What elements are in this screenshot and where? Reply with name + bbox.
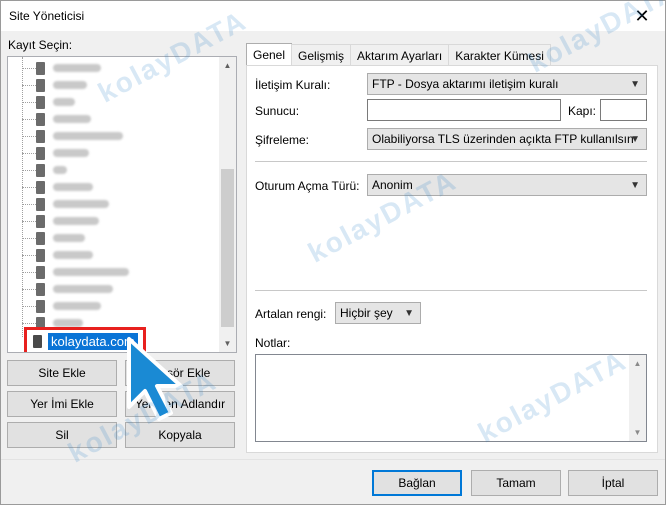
footer-divider: [1, 459, 665, 460]
tree-label: Kayıt Seçin:: [8, 38, 73, 52]
chevron-down-icon: ▼: [630, 78, 640, 90]
tree-item[interactable]: [22, 59, 101, 77]
server-icon: [36, 299, 45, 313]
tree-item[interactable]: [22, 178, 93, 196]
chevron-down-icon: ▼: [630, 133, 640, 145]
background-color-value: Hiçbir şey: [340, 306, 393, 320]
server-icon: [36, 214, 45, 228]
tree-item[interactable]: [22, 127, 123, 145]
tab-karakter-kumesi[interactable]: Karakter Kümesi: [448, 44, 551, 66]
tree-item[interactable]: [22, 280, 113, 298]
scroll-up-icon[interactable]: ▲: [629, 355, 646, 372]
tree-item[interactable]: [22, 144, 89, 162]
notes-scrollbar[interactable]: ▲ ▼: [629, 355, 646, 441]
host-label: Sunucu:: [255, 104, 300, 118]
tree-item[interactable]: [22, 195, 109, 213]
encryption-value: Olabiliyorsa TLS üzerinden açıkta FTP ku…: [372, 132, 634, 146]
scroll-thumb[interactable]: [221, 169, 234, 327]
window-title: Site Yöneticisi: [9, 9, 85, 23]
scroll-down-icon[interactable]: ▼: [219, 335, 236, 352]
mouse-pointer-icon: [127, 337, 183, 421]
logon-type-label: Oturum Açma Türü:: [255, 179, 360, 193]
logon-type-select[interactable]: Anonim ▼: [367, 174, 647, 196]
tab-bar: Genel Gelişmiş Aktarım Ayarları Karakter…: [246, 43, 551, 66]
site-tree[interactable]: ▲ ▼ kolaydata.com: [7, 56, 237, 353]
server-icon: [36, 163, 45, 177]
server-icon: [33, 334, 42, 348]
scroll-down-icon[interactable]: ▼: [629, 424, 646, 441]
background-color-label: Artalan rengi:: [255, 307, 327, 321]
host-input[interactable]: [367, 99, 561, 121]
tree-item[interactable]: [22, 110, 91, 128]
cancel-button[interactable]: İptal: [568, 470, 658, 496]
tab-genel[interactable]: Genel: [246, 43, 293, 66]
server-icon: [36, 61, 45, 75]
chevron-down-icon: ▼: [404, 307, 414, 319]
add-bookmark-button[interactable]: Yer İmi Ekle: [7, 391, 117, 417]
add-site-button[interactable]: Site Ekle: [7, 360, 117, 386]
tree-item[interactable]: [22, 229, 85, 247]
server-icon: [36, 129, 45, 143]
server-icon: [36, 231, 45, 245]
notes-label: Notlar:: [255, 336, 291, 350]
port-label: Kapı:: [568, 104, 597, 118]
site-manager-window: Site Yöneticisi ✕ Kayıt Seçin: ▲ ▼ kolay…: [0, 0, 666, 505]
tab-aktarim-ayarlari[interactable]: Aktarım Ayarları: [350, 44, 450, 66]
tree-item[interactable]: [22, 297, 101, 315]
tree-scrollbar[interactable]: ▲ ▼: [219, 57, 236, 352]
protocol-value: FTP - Dosya aktarımı iletişim kuralı: [372, 77, 559, 91]
close-icon[interactable]: ✕: [619, 1, 665, 31]
general-tab-panel: İletişim Kuralı: FTP - Dosya aktarımı il…: [246, 65, 658, 453]
server-icon: [36, 112, 45, 126]
port-input[interactable]: [600, 99, 647, 121]
tree-item[interactable]: [22, 263, 129, 281]
tree-item[interactable]: [22, 246, 93, 264]
protocol-label: İletişim Kuralı:: [255, 78, 331, 92]
ok-button[interactable]: Tamam: [471, 470, 561, 496]
server-icon: [36, 282, 45, 296]
background-color-select[interactable]: Hiçbir şey ▼: [335, 302, 421, 324]
notes-textarea[interactable]: ▲ ▼: [255, 354, 647, 442]
tree-item[interactable]: [22, 212, 99, 230]
tree-item[interactable]: [22, 161, 67, 179]
server-icon: [36, 248, 45, 262]
protocol-select[interactable]: FTP - Dosya aktarımı iletişim kuralı ▼: [367, 73, 647, 95]
server-icon: [36, 78, 45, 92]
connect-button[interactable]: Bağlan: [372, 470, 462, 496]
logon-type-value: Anonim: [372, 178, 413, 192]
encryption-select[interactable]: Olabiliyorsa TLS üzerinden açıkta FTP ku…: [367, 128, 647, 150]
encryption-label: Şifreleme:: [255, 133, 310, 147]
server-icon: [36, 180, 45, 194]
chevron-down-icon: ▼: [630, 179, 640, 191]
divider: [255, 161, 647, 162]
tree-item[interactable]: [22, 93, 75, 111]
title-bar: Site Yöneticisi ✕: [1, 1, 665, 31]
server-icon: [36, 146, 45, 160]
scroll-up-icon[interactable]: ▲: [219, 57, 236, 74]
server-icon: [36, 265, 45, 279]
delete-button[interactable]: Sil: [7, 422, 117, 448]
tree-item[interactable]: [22, 76, 87, 94]
divider: [255, 290, 647, 291]
server-icon: [36, 95, 45, 109]
copy-button[interactable]: Kopyala: [125, 422, 235, 448]
tab-gelismis[interactable]: Gelişmiş: [291, 44, 352, 66]
server-icon: [36, 197, 45, 211]
